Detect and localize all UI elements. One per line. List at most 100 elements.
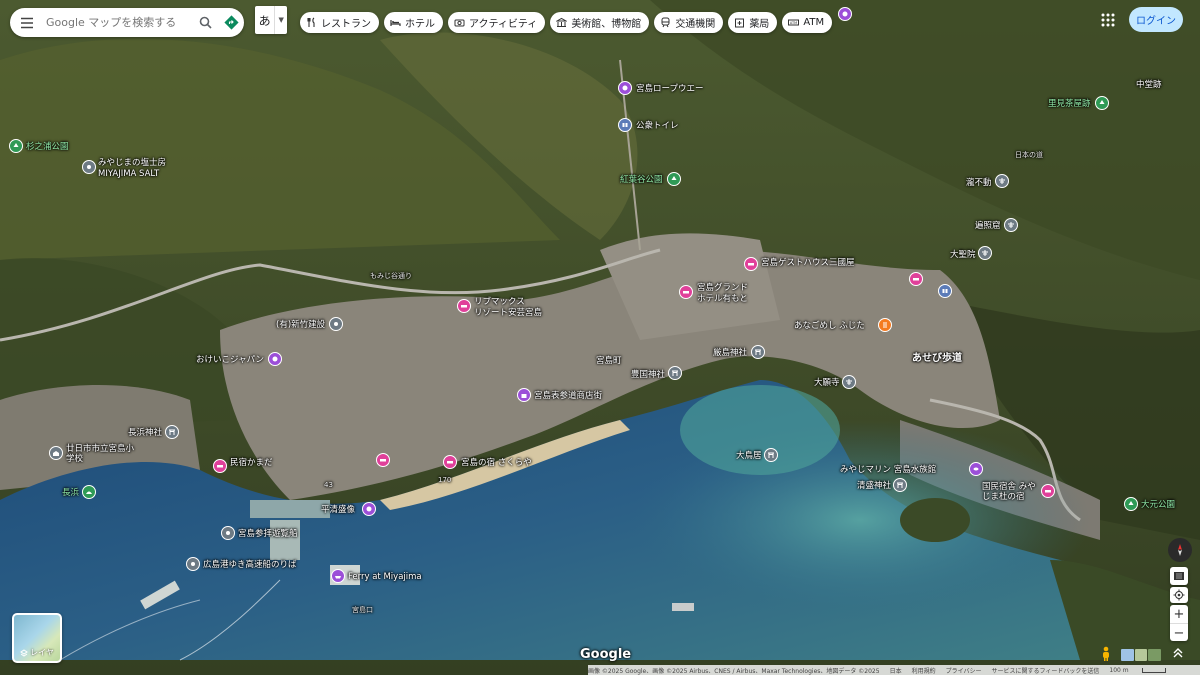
place-label-daishoin[interactable]: 大聖院 <box>950 250 976 260</box>
place-label-grand-hotel-1[interactable]: 宮島グランド <box>697 283 748 293</box>
place-pin-toilet-east[interactable] <box>938 284 952 298</box>
place-pin-kiyomori[interactable] <box>893 478 907 492</box>
place-label-salt-jp[interactable]: みやじまの塩士房 <box>98 158 166 168</box>
place-label-kamada[interactable]: 民宿かまだ <box>230 458 273 468</box>
place-label-kiyomori[interactable]: 清盛神社 <box>857 481 891 491</box>
layers-button[interactable]: レイヤ <box>12 613 62 663</box>
place-label-ferry[interactable]: Ferry at Miyajima <box>348 572 422 582</box>
place-pin-grand-hotel[interactable] <box>679 285 693 299</box>
place-pin-high-speed-boat[interactable] <box>186 557 200 571</box>
place-pin-daiganji[interactable] <box>842 375 856 389</box>
directions-button[interactable] <box>218 8 244 37</box>
my-location-button[interactable] <box>1170 587 1188 603</box>
place-pin-aquarium[interactable] <box>969 462 983 476</box>
place-label-ropeway[interactable]: 宮島ロープウエー <box>636 84 704 94</box>
zoom-in-button[interactable]: + <box>1170 605 1188 623</box>
place-label-high-speed-boat[interactable]: 広島港ゆき高速船のりば <box>203 560 297 570</box>
footer-link-terms[interactable]: 利用規約 <box>912 666 936 675</box>
place-pin-daishoin[interactable] <box>978 246 992 260</box>
thumbnail-satellite[interactable] <box>1148 649 1162 661</box>
place-label-nagahama-jinja[interactable]: 長浜神社 <box>128 428 162 438</box>
place-label-otorii[interactable]: 大鳥居 <box>736 451 762 461</box>
place-pin-okeiko[interactable] <box>268 352 282 366</box>
place-label-livemax-1[interactable]: リブマックス <box>474 297 525 307</box>
place-label-mikuniya[interactable]: 宮島ゲストハウス三國屋 <box>761 258 855 268</box>
place-pin-otorii[interactable] <box>764 448 778 462</box>
place-label-fujita[interactable]: あなごめし ふじた <box>794 321 865 331</box>
search-button[interactable] <box>192 8 218 37</box>
footer-link-country[interactable]: 日本 <box>890 666 902 675</box>
place-label-henjokutsu[interactable]: 遍照窟 <box>975 221 1001 231</box>
place-label-satomi-chaya[interactable]: 里見茶屋跡 <box>1048 99 1091 109</box>
place-pin-fujita[interactable] <box>878 318 892 332</box>
imagery-thumbnails[interactable] <box>1121 649 1162 661</box>
place-label-grand-hotel-2[interactable]: ホテル有もと <box>697 294 748 304</box>
chip-transit[interactable]: 交通機関 <box>654 12 724 33</box>
place-label-itsukushima[interactable]: 厳島神社 <box>713 348 747 358</box>
place-pin-itsukushima[interactable] <box>751 345 765 359</box>
place-pin-hotel-2[interactable] <box>376 453 390 467</box>
place-label-omotesando[interactable]: 宮島表参道商店街 <box>534 391 602 401</box>
place-pin-salt[interactable] <box>82 160 96 174</box>
place-pin-kamada[interactable] <box>213 459 227 473</box>
place-pin-ropeway[interactable] <box>618 81 632 95</box>
thumbnail-terrain[interactable] <box>1134 649 1148 661</box>
place-pin-nagahama-jinja[interactable] <box>165 425 179 439</box>
chip-atm[interactable]: ATM ATM <box>782 12 833 33</box>
menu-button[interactable] <box>10 8 44 37</box>
place-pin-omotesando[interactable] <box>517 388 531 402</box>
place-pin-suginoura-park[interactable] <box>9 139 23 153</box>
place-pin-satomi-chaya[interactable] <box>1095 96 1109 110</box>
scale-bar[interactable]: 100 m <box>1109 667 1175 674</box>
place-label-omoto-park[interactable]: 大元公園 <box>1141 500 1175 510</box>
place-label-school[interactable]: 廿日市市立宮島小学校 <box>66 444 136 464</box>
search-input[interactable] <box>44 15 192 30</box>
chip-hotel[interactable]: ホテル <box>384 12 443 33</box>
place-pin-taki-fudo[interactable] <box>995 174 1009 188</box>
place-pin-toilet[interactable] <box>618 118 632 132</box>
place-pin-sightseeing-boat[interactable] <box>221 526 235 540</box>
footer-link-privacy[interactable]: プライバシー <box>946 666 982 675</box>
place-label-toilet[interactable]: 公衆トイレ <box>636 121 679 131</box>
place-pin-henjokutsu[interactable] <box>1004 218 1018 232</box>
place-pin-omoto-park[interactable] <box>1124 497 1138 511</box>
place-label-aquarium[interactable]: みやじマリン 宮島水族館 <box>840 465 936 475</box>
place-label-hokoku[interactable]: 豊国神社 <box>631 370 665 380</box>
place-label-nagahama[interactable]: 長浜 <box>62 488 79 498</box>
zoom-out-button[interactable]: − <box>1170 623 1188 642</box>
place-label-chudo-ato[interactable]: 中堂跡 <box>1136 80 1162 90</box>
place-pin-top[interactable] <box>838 7 852 21</box>
place-label-okeiko[interactable]: おけいこジャパン <box>196 355 264 365</box>
place-label-momijidani-park[interactable]: 紅葉谷公園 <box>620 175 663 185</box>
compass-button[interactable] <box>1168 538 1192 562</box>
place-pin-shintake[interactable] <box>329 317 343 331</box>
chip-pharmacy[interactable]: 薬局 <box>728 12 778 33</box>
chip-restaurant[interactable]: レストラン <box>300 12 379 33</box>
ime-indicator[interactable]: あ ▼ <box>255 6 287 34</box>
place-label-salt-en[interactable]: MIYAJIMA SALT <box>98 169 159 179</box>
place-label-miyajima-cho[interactable]: 宮島町 <box>596 356 622 366</box>
place-pin-kokumin-shukusha[interactable] <box>1041 484 1055 498</box>
place-pin-kiyomori-statue[interactable] <box>362 502 376 516</box>
place-label-sakuraya[interactable]: 宮島の宿 さくらや <box>461 458 532 468</box>
place-label-shintake[interactable]: (有)新竹建設 <box>276 320 325 330</box>
place-pin-school[interactable] <box>49 446 63 460</box>
place-label-kiyomori-statue[interactable]: 平清盛像 <box>321 505 355 515</box>
place-label-kokumin-shukusha[interactable]: 国民宿舎 みやじま杜の宿 <box>982 482 1042 502</box>
place-pin-momijidani-park[interactable] <box>667 172 681 186</box>
place-pin-ferry[interactable] <box>331 569 345 583</box>
tilt-button[interactable] <box>1170 567 1188 585</box>
place-pin-hotel-east[interactable] <box>909 272 923 286</box>
thumbnail-map[interactable] <box>1121 649 1134 661</box>
expand-button[interactable] <box>1172 647 1184 659</box>
place-pin-nagahama[interactable] <box>82 485 96 499</box>
place-pin-hokoku[interactable] <box>668 366 682 380</box>
footer-link-feedback[interactable]: サービスに関するフィードバックを送信 <box>992 666 1100 675</box>
pegman-button[interactable] <box>1100 646 1112 662</box>
place-label-sightseeing-boat[interactable]: 宮島参拝遊覧船 <box>238 529 298 539</box>
place-label-suginoura-park[interactable]: 杉之浦公園 <box>26 142 69 152</box>
place-label-daiganji[interactable]: 大願寺 <box>814 378 840 388</box>
place-label-taki-fudo[interactable]: 瀧不動 <box>966 178 992 188</box>
satellite-map[interactable]: 宮島ロープウエー 公衆トイレ 紅葉谷公園 中堂跡 里見茶屋跡 杉之浦公園 みやじ… <box>0 0 1200 675</box>
place-pin-sakuraya[interactable] <box>443 455 457 469</box>
